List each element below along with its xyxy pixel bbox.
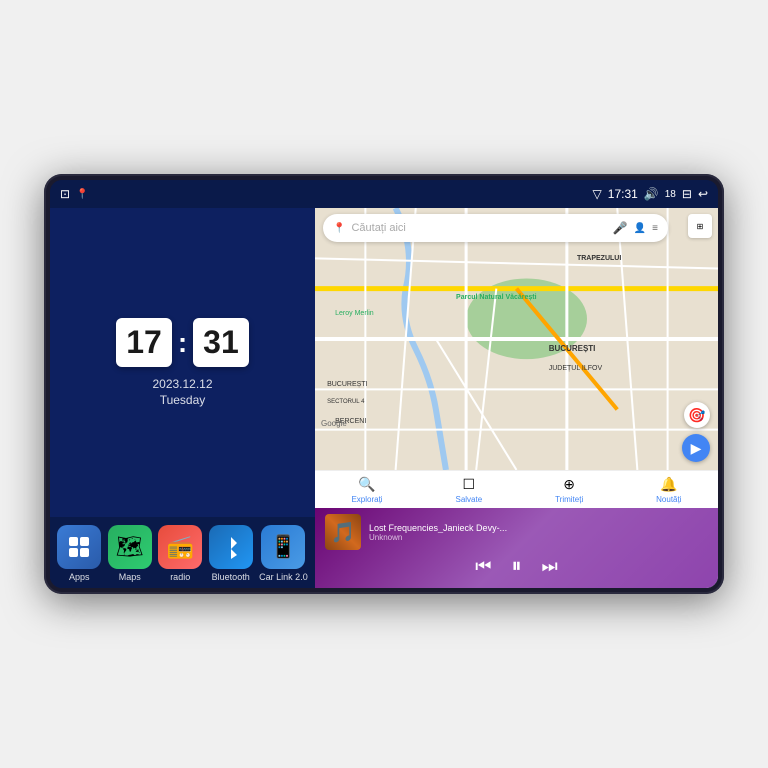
radio-label: radio xyxy=(170,572,190,582)
main-area: 17 : 31 2023.12.12 Tuesday xyxy=(50,208,718,588)
left-panel: 17 : 31 2023.12.12 Tuesday xyxy=(50,208,315,588)
map-navigate-btn[interactable]: ▶ xyxy=(682,434,710,462)
explore-label: Explorați xyxy=(351,495,382,504)
clock-minutes: 31 xyxy=(193,318,249,367)
screen-icon: ⊟ xyxy=(682,187,692,201)
back-icon[interactable]: ↩ xyxy=(698,187,708,201)
app-item-radio[interactable]: 📻 radio xyxy=(158,525,202,582)
date-text: 2023.12.12 xyxy=(152,377,212,391)
maps-section[interactable]: 📍 Căutați aici 🎤 👤 ≡ ⊞ TRAPEZULUI BUCURE… xyxy=(315,208,718,470)
music-thumbnail-img: 🎵 xyxy=(325,514,361,550)
app-dock: Apps 🗺 Maps 📻 radio xyxy=(50,517,315,588)
status-time: 17:31 xyxy=(608,187,638,201)
news-icon: 🔔 xyxy=(660,476,677,493)
news-label: Noutăți xyxy=(656,495,681,504)
right-panel: 📍 Căutați aici 🎤 👤 ≡ ⊞ TRAPEZULUI BUCURE… xyxy=(315,208,718,588)
clock-hours: 17 xyxy=(116,318,172,367)
maps-nav-news[interactable]: 🔔 Noutăți xyxy=(656,476,681,504)
flip-clock: 17 : 31 xyxy=(116,318,249,367)
map-controls-right: ⊞ xyxy=(688,214,712,238)
map-label-sector4: SECTORUL 4 xyxy=(327,399,364,405)
music-play-btn[interactable]: ⏸ xyxy=(512,556,522,576)
apps-label: Apps xyxy=(69,572,90,582)
music-prev-btn[interactable]: ⏮ xyxy=(475,557,491,575)
music-controls: ⏮ ⏸ ⏭ xyxy=(325,556,708,576)
radio-icon: 📻 xyxy=(158,525,202,569)
maps-nav-explore[interactable]: 🔍 Explorați xyxy=(351,476,382,504)
map-label-leroy: Leroy Merlin xyxy=(335,310,374,317)
music-player: 🎵 Lost Frequencies_Janieck Devy-... Unkn… xyxy=(315,508,718,588)
app-item-apps[interactable]: Apps xyxy=(57,525,101,582)
music-next-btn[interactable]: ⏭ xyxy=(542,557,558,575)
maps-pin-icon[interactable]: 📍 xyxy=(76,189,88,200)
maps-nav-share[interactable]: ⊕ Trimiteți xyxy=(555,476,583,504)
device-shell: ⊡ 📍 ▽ 17:31 🔊 18 ⊟ ↩ 17 : xyxy=(44,174,724,594)
maps-label: Maps xyxy=(119,572,141,582)
map-mic-icon[interactable]: 🎤 xyxy=(613,221,628,235)
google-logo: Google xyxy=(321,419,347,428)
map-label-ilfov: JUDEȚUL ILFOV xyxy=(549,365,602,372)
maps-bottom-nav: 🔍 Explorați ☐ Salvate ⊕ Trimiteți 🔔 Nout… xyxy=(315,470,718,508)
screen: ⊡ 📍 ▽ 17:31 🔊 18 ⊟ ↩ 17 : xyxy=(50,180,718,588)
map-label-bucuresti: BUCUREȘTI xyxy=(549,344,596,353)
map-label-parcul: Parcul Natural Văcărești xyxy=(456,294,537,301)
music-title: Lost Frequencies_Janieck Devy-... xyxy=(369,523,708,533)
share-label: Trimiteți xyxy=(555,495,583,504)
clock-section: 17 : 31 2023.12.12 Tuesday xyxy=(50,208,315,517)
status-right: ▽ 17:31 🔊 18 ⊟ ↩ xyxy=(593,187,708,201)
volume-icon: 🔊 xyxy=(644,187,659,201)
map-search-text: Căutați aici xyxy=(351,222,606,234)
apps-icon xyxy=(57,525,101,569)
map-label-trapezului: TRAPEZULUI xyxy=(577,255,621,262)
map-account-icon[interactable]: 👤 xyxy=(634,223,646,234)
app-item-carlink[interactable]: 📱 Car Link 2.0 xyxy=(259,525,308,582)
share-icon: ⊕ xyxy=(563,476,575,493)
bluetooth-icon xyxy=(209,525,253,569)
bluetooth-label: Bluetooth xyxy=(212,572,250,582)
carlink-label: Car Link 2.0 xyxy=(259,572,308,582)
music-artist: Unknown xyxy=(369,533,708,542)
saved-icon: ☐ xyxy=(463,476,476,493)
music-thumbnail: 🎵 xyxy=(325,514,361,550)
clock-colon: : xyxy=(178,327,187,359)
maps-icon: 🗺 xyxy=(108,525,152,569)
app-item-maps[interactable]: 🗺 Maps xyxy=(108,525,152,582)
carlink-icon: 📱 xyxy=(261,525,305,569)
date-display: 2023.12.12 Tuesday xyxy=(152,377,212,407)
status-bar: ⊡ 📍 ▽ 17:31 🔊 18 ⊟ ↩ xyxy=(50,180,718,208)
status-left: ⊡ 📍 xyxy=(60,187,89,201)
saved-label: Salvate xyxy=(455,495,482,504)
signal-icon: ▽ xyxy=(593,187,602,201)
maps-nav-saved[interactable]: ☐ Salvate xyxy=(455,476,482,504)
app-item-bluetooth[interactable]: Bluetooth xyxy=(209,525,253,582)
music-text: Lost Frequencies_Janieck Devy-... Unknow… xyxy=(369,523,708,542)
map-search-bar[interactable]: 📍 Căutați aici 🎤 👤 ≡ xyxy=(323,214,668,242)
map-my-location-btn[interactable]: 🎯 xyxy=(684,402,710,428)
day-text: Tuesday xyxy=(152,393,212,407)
explore-icon: 🔍 xyxy=(358,476,375,493)
map-label-buc2: BUCUREȘTI xyxy=(327,381,367,388)
map-layers-btn[interactable]: ⊞ xyxy=(688,214,712,238)
map-menu-icon[interactable]: ≡ xyxy=(652,223,658,234)
battery-level: 18 xyxy=(665,189,676,200)
music-info-row: 🎵 Lost Frequencies_Janieck Devy-... Unkn… xyxy=(325,514,708,550)
home-icon[interactable]: ⊡ xyxy=(60,187,70,201)
